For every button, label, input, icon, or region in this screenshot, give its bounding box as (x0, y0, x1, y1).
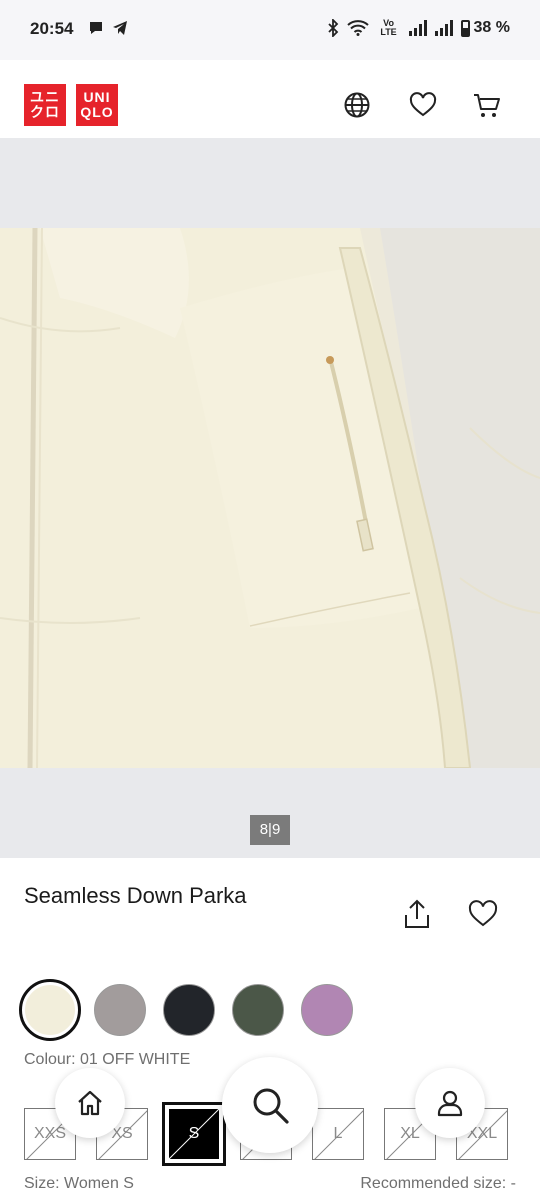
jacket-illustration (0, 228, 540, 768)
product-gallery[interactable] (0, 138, 540, 858)
signal-icon-2 (434, 20, 453, 36)
logo-latin-line1: UNI (83, 89, 111, 105)
telegram-icon (113, 21, 127, 35)
image-counter: 8|9 (250, 815, 290, 845)
colour-swatch-purple[interactable] (301, 984, 353, 1036)
home-icon (78, 1090, 102, 1116)
share-icon[interactable] (402, 898, 432, 930)
account-button[interactable] (415, 1068, 485, 1138)
cart-icon[interactable] (472, 90, 502, 120)
account-icon (437, 1090, 463, 1117)
home-button[interactable] (55, 1068, 125, 1138)
search-icon (253, 1088, 289, 1124)
chat-bubble-icon (90, 22, 102, 34)
colour-swatch-grey[interactable] (94, 984, 146, 1036)
size-option-s[interactable]: S (162, 1102, 226, 1166)
bluetooth-icon (327, 19, 338, 37)
wifi-icon (346, 20, 369, 36)
colour-swatch-black[interactable] (163, 984, 215, 1036)
uniqlo-logo-katakana[interactable]: ユニ クロ (24, 84, 66, 126)
size-option-l[interactable]: L (312, 1108, 364, 1160)
selected-size-label: Size: Women S (24, 1175, 134, 1192)
product-title: Seamless Down Parka (24, 883, 247, 908)
app-header: ユニ クロ UNI QLO (0, 60, 540, 138)
signal-icon (408, 20, 427, 36)
volte-indicator: Vo LTE (380, 18, 397, 37)
globe-icon[interactable] (342, 90, 372, 120)
recommended-size-label: Recommended size: - (360, 1175, 516, 1192)
colour-label: Colour: 01 OFF WHITE (24, 1051, 191, 1068)
battery-percent: 38 % (473, 19, 510, 36)
uniqlo-logo-latin[interactable]: UNI QLO (76, 84, 118, 126)
logo-katakana-line2: クロ (30, 104, 60, 120)
product-image[interactable] (0, 228, 540, 768)
wishlist-heart-icon[interactable] (467, 898, 499, 930)
heart-icon[interactable] (408, 90, 438, 120)
status-time: 20:54 (30, 19, 74, 38)
search-button[interactable] (222, 1057, 318, 1153)
logo-katakana-line1: ユニ (30, 89, 60, 105)
status-bar: 20:54 Vo LTE 38 % (0, 0, 540, 60)
colour-swatch-off-white[interactable] (19, 979, 81, 1041)
logo-latin-line2: QLO (80, 104, 114, 120)
colour-swatch-olive[interactable] (232, 984, 284, 1036)
battery-icon (460, 19, 470, 37)
